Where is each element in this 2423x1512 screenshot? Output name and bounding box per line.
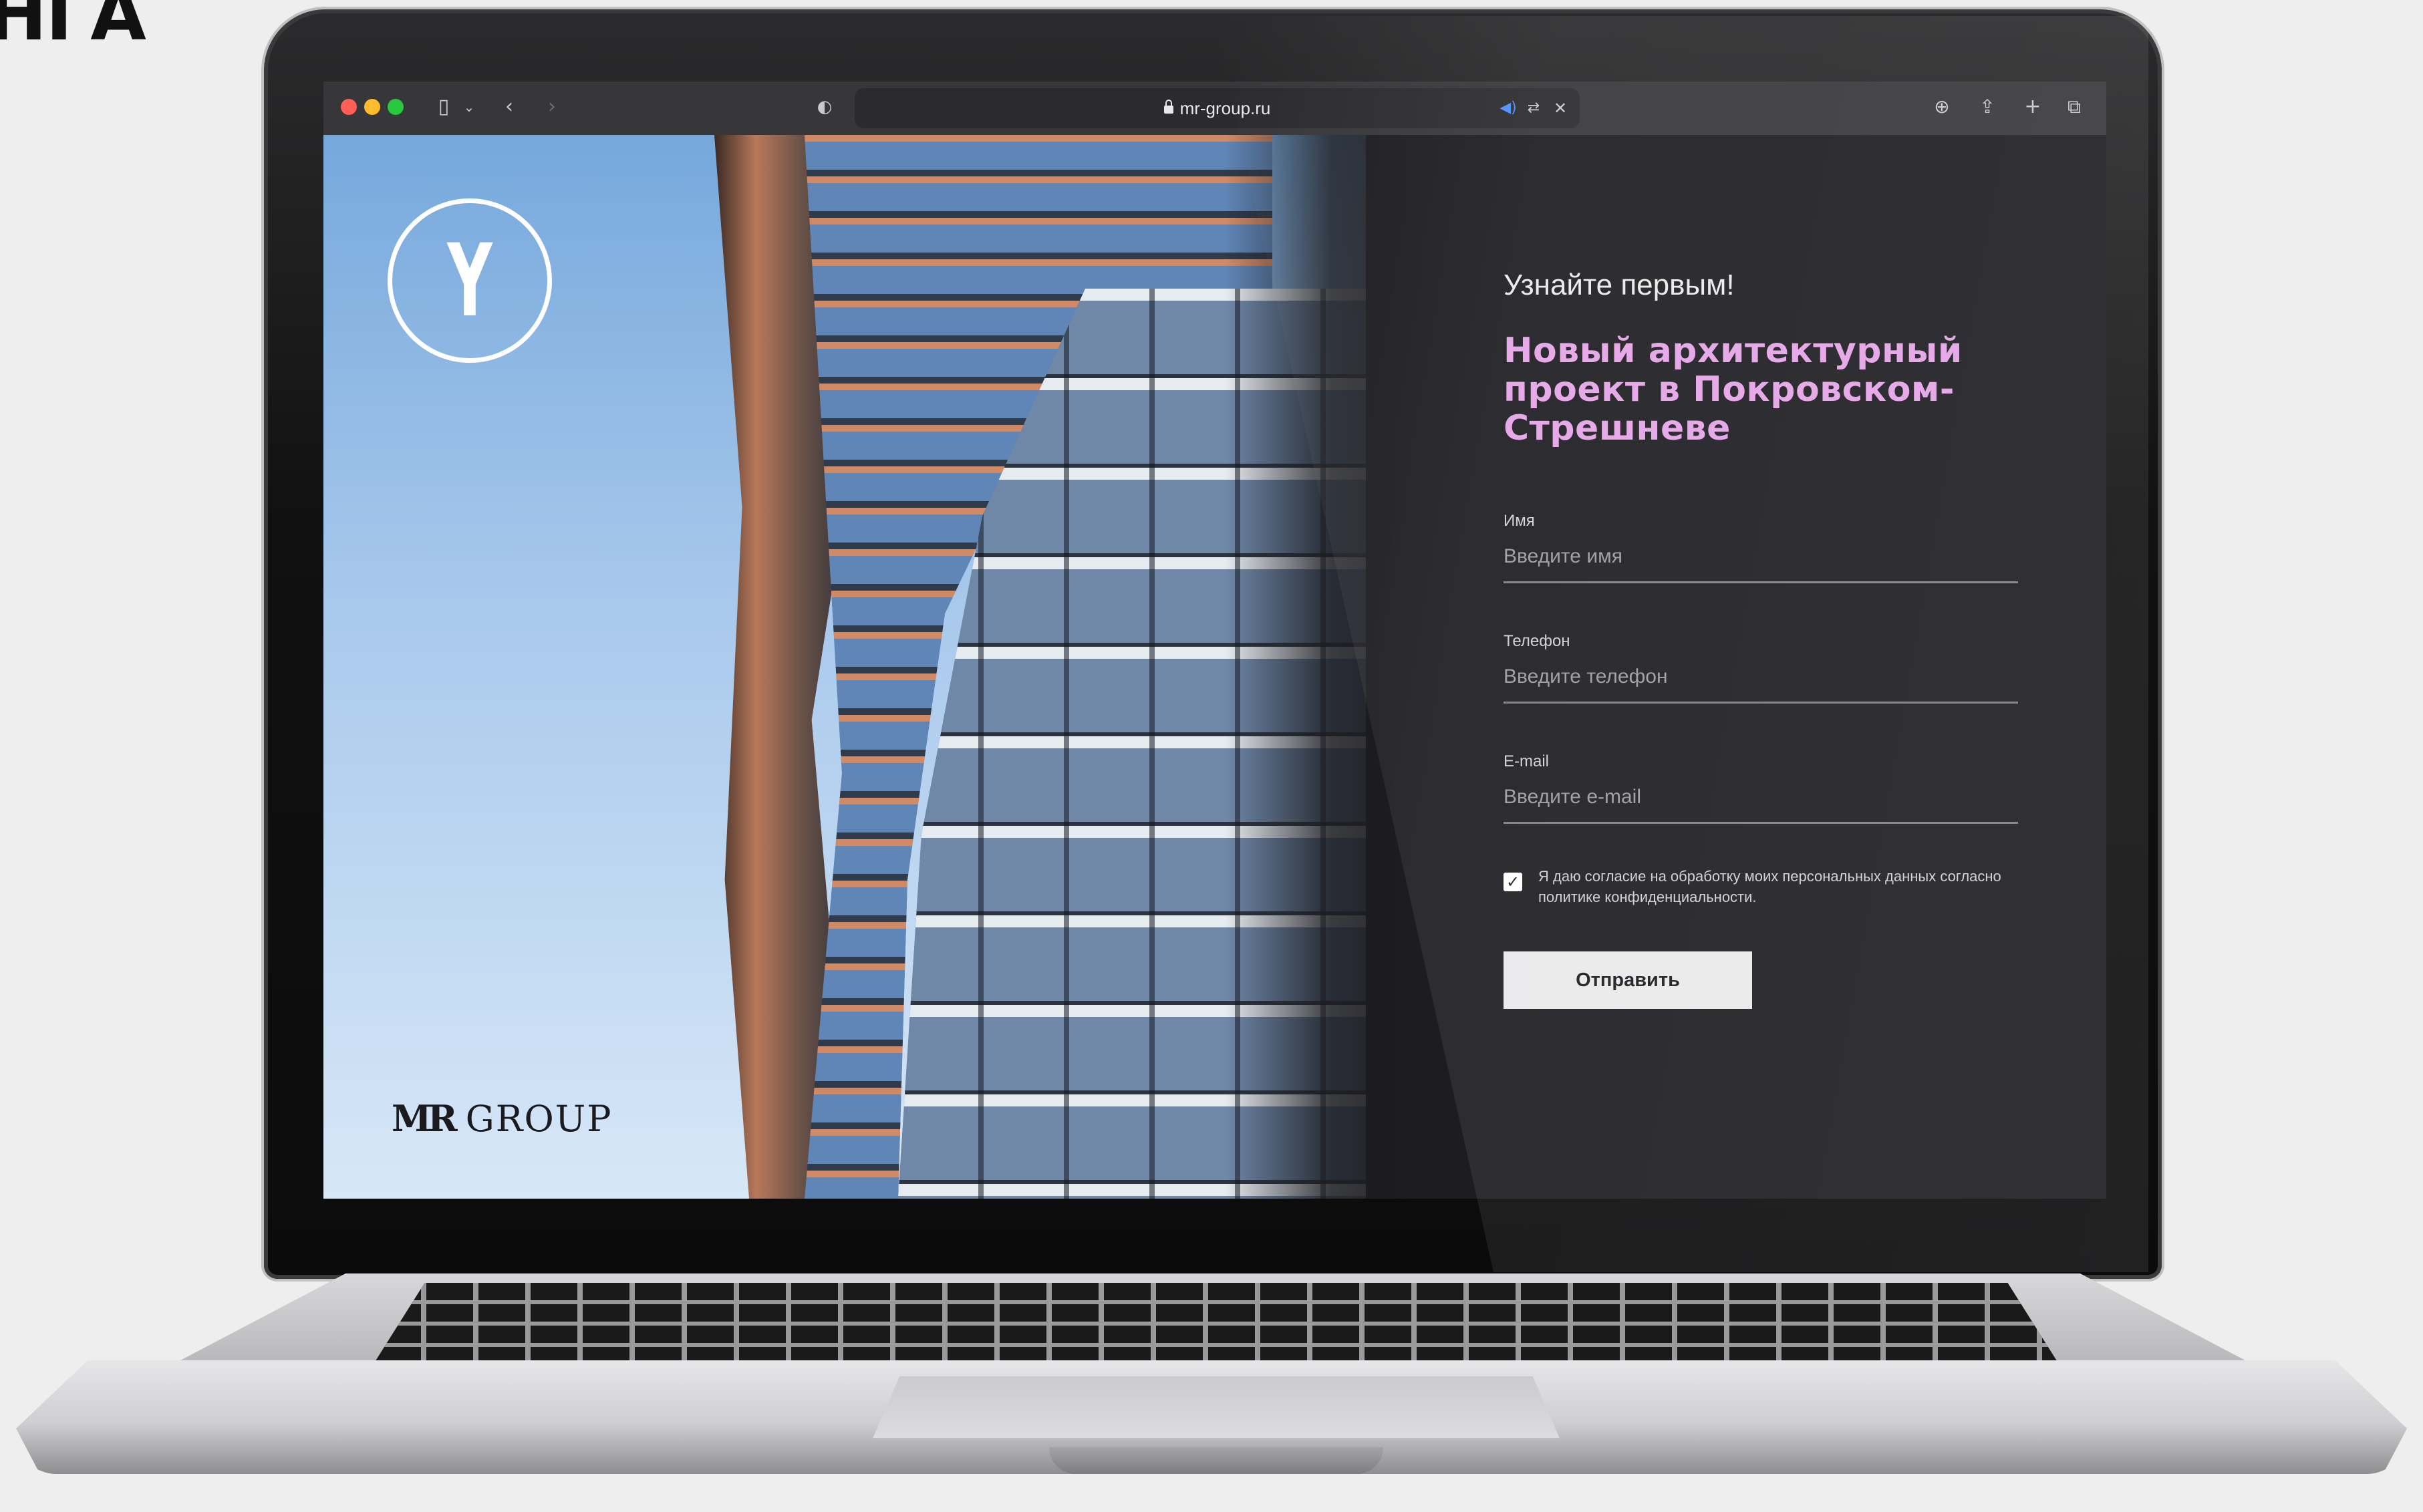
phone-input[interactable]	[1504, 665, 2018, 704]
email-label: E-mail	[1504, 752, 1550, 770]
phone-label: Телефон	[1504, 632, 1570, 650]
hero-image: Y MR GROUP	[323, 135, 1366, 1199]
brand-mr: MR	[392, 1097, 458, 1140]
mr-group-logo: MR GROUP	[392, 1097, 613, 1140]
new-tab-icon[interactable]: +	[2019, 94, 2046, 120]
browser-toolbar: ▯ ⌄ ‹ › ◐ mr-group.ru ◀) ⇄ ✕ ⊕ ⇪ + ⧉	[323, 82, 2106, 136]
url-text: mr-group.ru	[1179, 98, 1271, 118]
chevron-down-icon[interactable]: ⌄	[456, 94, 482, 120]
consent-text: Я даю согласие на обработку моих персона…	[1538, 868, 2001, 905]
signup-form: Узнайте первым! Новый архитектурный прое…	[1504, 269, 2018, 1009]
submit-button[interactable]: Отправить	[1504, 951, 1752, 1009]
form-pre-title: Узнайте первым!	[1504, 269, 1735, 301]
email-input[interactable]	[1504, 786, 2018, 824]
phone-field: Телефон	[1504, 632, 2018, 752]
zoom-window-button[interactable]	[388, 99, 404, 115]
laptop-notch	[1049, 1447, 1383, 1474]
forward-icon[interactable]: ›	[539, 94, 565, 120]
download-icon[interactable]: ⊕	[1929, 94, 1955, 120]
consent-row: ✓ Я даю согласие на обработку моих персо…	[1504, 866, 2018, 951]
email-field: E-mail	[1504, 752, 2018, 873]
consent-checkbox[interactable]: ✓	[1504, 873, 1522, 891]
translate-icon[interactable]: ⇄	[1520, 95, 1547, 122]
minimize-window-button[interactable]	[364, 99, 380, 115]
tabs-overview-icon[interactable]: ⧉	[2061, 94, 2088, 120]
laptop-trackpad	[872, 1376, 1560, 1440]
close-icon[interactable]: ✕	[1547, 95, 1574, 122]
project-logo-letter: Y	[447, 223, 492, 339]
laptop-screen: ▯ ⌄ ‹ › ◐ mr-group.ru ◀) ⇄ ✕ ⊕ ⇪ + ⧉ Y M…	[323, 82, 2106, 1199]
close-window-button[interactable]	[341, 99, 357, 115]
address-url[interactable]: mr-group.ru	[855, 88, 1580, 128]
lock-icon	[1163, 100, 1173, 114]
laptop-keyboard	[374, 1283, 2058, 1363]
back-icon[interactable]: ‹	[496, 94, 523, 120]
name-label: Имя	[1504, 512, 1535, 530]
project-logo: Y	[388, 198, 552, 363]
corner-heading-fragment: НГА	[0, 0, 146, 57]
shield-icon[interactable]: ◐	[811, 94, 838, 120]
name-field: Имя	[1504, 512, 2018, 632]
name-input[interactable]	[1504, 545, 2018, 583]
landing-page: Y MR GROUP Узнайте первым! Новый архитект…	[323, 135, 2106, 1199]
address-bar[interactable]: mr-group.ru ◀) ⇄ ✕	[855, 88, 1580, 128]
audio-icon[interactable]: ◀)	[1495, 95, 1522, 122]
form-headline: Новый архитектурный проект в Покровском-…	[1504, 331, 1963, 448]
brand-group: GROUP	[465, 1098, 613, 1140]
share-icon[interactable]: ⇪	[1974, 94, 2001, 120]
sidebar-icon[interactable]: ▯	[430, 94, 457, 120]
